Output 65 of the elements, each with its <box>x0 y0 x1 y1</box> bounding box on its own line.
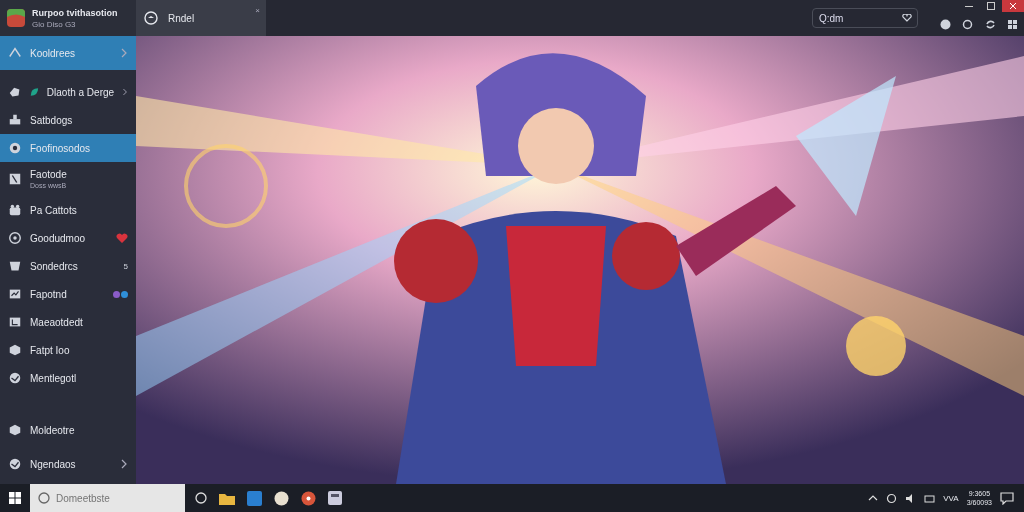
leaf-icon <box>30 86 39 98</box>
target-icon <box>8 231 22 245</box>
item-label: Mentlegotl <box>30 372 78 384</box>
sidebar-item[interactable]: Maeaotdedt <box>0 308 136 336</box>
item-label: Kooldrees <box>30 47 77 59</box>
heart-outline-icon <box>902 14 912 22</box>
folder-icon[interactable] <box>219 491 235 505</box>
item-label: Fapotnd <box>30 288 68 300</box>
tab-close-button[interactable]: × <box>255 6 260 15</box>
sidebar-item[interactable]: Foofinosodos <box>0 134 136 162</box>
item-label: Pa Cattots <box>30 204 78 216</box>
sync-icon[interactable] <box>984 18 996 30</box>
item-label: Satbdogs <box>30 114 74 126</box>
paw-icon <box>8 203 22 217</box>
hexagon-icon <box>8 343 22 357</box>
item-label: Foofinosodos <box>30 142 92 154</box>
search-field[interactable]: Q:dm <box>812 8 918 28</box>
calculator-icon[interactable] <box>328 491 342 505</box>
check-circle-icon <box>8 371 22 385</box>
ring-icon <box>8 141 22 155</box>
clock-icon <box>144 11 158 25</box>
hexagon-icon <box>8 423 22 437</box>
app-logo <box>6 8 26 28</box>
item-label: Dlaoth a Derge <box>46 86 115 98</box>
sidebar-item[interactable]: Ngendaos <box>0 450 136 478</box>
item-label: Faotode <box>30 169 68 180</box>
sidebar-item[interactable]: Pa Cattots <box>0 196 136 224</box>
check-circle-icon <box>8 457 22 471</box>
document-icon <box>8 172 22 186</box>
close-button[interactable] <box>1002 0 1024 12</box>
start-icon[interactable] <box>9 492 21 504</box>
frame-icon <box>8 315 22 329</box>
notification-icon[interactable] <box>1000 491 1014 505</box>
sidebar-item[interactable]: Dlaoth a Derge <box>0 78 136 106</box>
sidebar-item[interactable]: Goodudmoo <box>0 224 136 252</box>
item-count: 5 <box>123 261 128 271</box>
grid-icon[interactable] <box>1007 18 1019 30</box>
app-icon[interactable] <box>247 490 262 506</box>
item-label: Fatpt Ioo <box>30 344 71 356</box>
battery-icon[interactable] <box>924 492 936 504</box>
sidebar-item[interactable]: Satbdogs <box>0 106 136 134</box>
caret-icon[interactable] <box>868 495 879 501</box>
item-label: Sondedrcs <box>30 260 79 272</box>
ring-icon <box>38 492 50 504</box>
taskbar-search-field[interactable]: Domeetbste <box>30 484 185 512</box>
document-tab[interactable]: Rndel × <box>136 0 266 36</box>
sidebar-item[interactable]: Kooldrees <box>0 36 136 70</box>
sidebar-item[interactable]: Fapotnd <box>0 280 136 308</box>
chevron-icon <box>122 87 128 97</box>
item-label: Goodudmoo <box>30 232 87 244</box>
bucket-icon <box>8 259 22 273</box>
sidebar-item[interactable]: Sondedrcs 5 <box>0 252 136 280</box>
chart-icon <box>8 287 22 301</box>
sidebar-item[interactable]: Fatpt Ioo <box>0 336 136 364</box>
app-subtitle: Gio Diso G3 <box>32 19 77 29</box>
chevron-icon <box>120 459 128 469</box>
media-icon[interactable] <box>301 490 316 506</box>
tray-label: VVA <box>943 493 959 503</box>
chevron-icon <box>120 48 128 58</box>
sidebar-item[interactable]: Moldeotre <box>0 416 136 444</box>
sidebar-item[interactable]: Mentlegotl <box>0 364 136 392</box>
task-view-icon[interactable] <box>195 492 207 504</box>
heart-icon <box>116 232 128 244</box>
item-label: Maeaotdedt <box>30 316 84 328</box>
app-title: Rurpoo tvithasotion <box>32 7 118 18</box>
